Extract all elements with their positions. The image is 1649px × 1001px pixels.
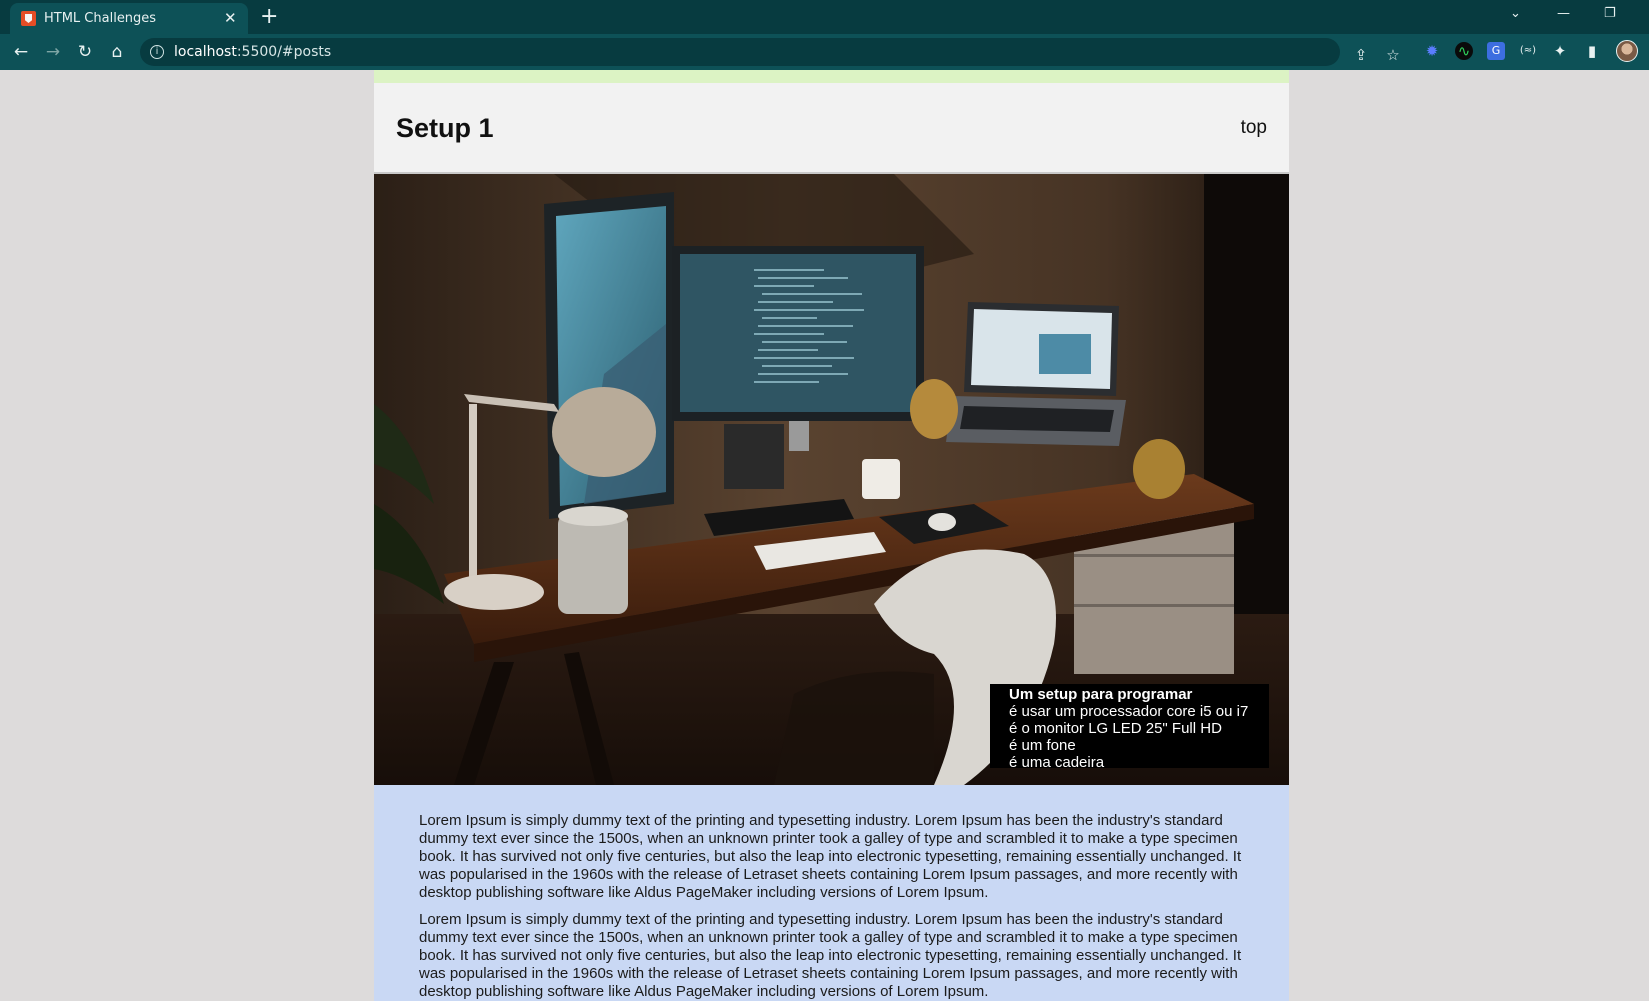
browser-toolbar: ← → ↻ ⌂ i localhost:5500/#posts ⇪ ☆ ✹ ∿ … [0,34,1649,70]
post-paragraph: Lorem Ipsum is simply dummy text of the … [419,911,1242,1000]
tab-close-button[interactable]: ✕ [224,9,237,27]
restore-button[interactable]: ❐ [1604,6,1616,21]
post-header: Setup 1 top [374,83,1289,174]
share-icon[interactable]: ⇪ [1352,46,1370,64]
post-paragraph: Lorem Ipsum is simply dummy text of the … [419,812,1242,901]
post-body: Lorem Ipsum is simply dummy text of the … [374,785,1289,1001]
extension-wave-icon[interactable]: (≈) [1519,42,1537,60]
caption-title: Um setup para programar [1009,686,1193,703]
forward-button[interactable]: → [42,41,64,63]
page-viewport: Setup 1 top Um setup para programar é us… [0,70,1649,1001]
translate-icon[interactable]: G [1487,42,1505,60]
puzzle-icon[interactable]: ✦ [1551,42,1569,60]
profile-avatar[interactable] [1616,40,1638,62]
post-title: Setup 1 [396,113,494,143]
setup-photo: Um setup para programar é usar um proces… [374,174,1289,785]
star-icon[interactable]: ☆ [1384,46,1402,64]
caption-line: é usar um processador core i5 ou i7 [1009,703,1249,720]
caption-line: é um fone [1009,737,1076,754]
browser-tab[interactable]: HTML Challenges ✕ [10,3,248,34]
url-host: localhost [174,44,237,60]
new-tab-button[interactable]: + [260,4,278,29]
side-panel-icon[interactable]: ▮ [1583,42,1601,60]
url-text[interactable]: localhost:5500/#posts [174,44,331,60]
tab-search-button[interactable]: ⌄ [1510,6,1521,21]
top-link[interactable]: top [1241,117,1267,139]
url-path: :5500/#posts [236,44,332,60]
html5-favicon-icon [21,11,36,26]
browser-tab-strip: HTML Challenges ✕ + ⌄ — ❐ [0,0,1649,34]
extension-gear-icon[interactable]: ✹ [1423,42,1441,60]
address-bar[interactable]: i localhost:5500/#posts ⇪ ☆ [140,38,1400,66]
caption-line: é o monitor LG LED 25" Full HD [1009,720,1222,737]
info-icon[interactable]: i [150,45,164,59]
extension-monitor-icon[interactable]: ∿ [1455,42,1473,60]
home-button[interactable]: ⌂ [106,41,128,63]
caption-line: é uma cadeira [1009,754,1105,771]
back-button[interactable]: ← [10,41,32,63]
tab-title: HTML Challenges [44,11,157,26]
post-container: Setup 1 top Um setup para programar é us… [374,70,1289,1001]
photo-caption: Um setup para programar é usar um proces… [990,684,1269,771]
header-accent-strip [374,70,1289,83]
minimize-button[interactable]: — [1557,6,1570,21]
reload-button[interactable]: ↻ [74,41,96,63]
